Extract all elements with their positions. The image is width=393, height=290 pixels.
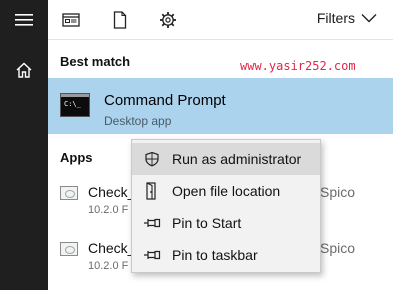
home-button[interactable] (0, 50, 48, 90)
command-prompt-icon: C:\_ (60, 93, 90, 117)
window-icon (62, 13, 80, 27)
filters-label: Filters (316, 10, 355, 26)
gear-icon (160, 12, 176, 28)
document-icon (113, 11, 127, 29)
pin-icon (132, 217, 172, 229)
apps-filter-button[interactable] (56, 6, 86, 34)
command-prompt-icon-text: C:\_ (64, 100, 81, 108)
app-publisher: Spico (320, 184, 356, 200)
app-name: Check_ (88, 184, 136, 200)
apps-header: Apps (60, 150, 93, 165)
menu-item-pin-to-start[interactable]: Pin to Start (132, 207, 320, 239)
menu-item-label: Pin to Start (172, 215, 242, 231)
shield-icon (132, 151, 172, 167)
best-match-header: Best match (60, 54, 131, 69)
settings-filter-button[interactable] (153, 6, 183, 34)
watermark-text: www.yasir252.com (240, 59, 356, 73)
context-menu: Run as administrator Open file location … (131, 139, 321, 273)
left-rail (0, 0, 48, 290)
app-icon (60, 186, 78, 200)
documents-filter-button[interactable] (105, 6, 135, 34)
menu-item-pin-to-taskbar[interactable]: Pin to taskbar (132, 239, 320, 271)
app-version: 10.2.0 F (88, 204, 129, 216)
best-match-item-command-prompt[interactable]: C:\_ Command Prompt Desktop app (48, 78, 393, 134)
home-icon (16, 62, 32, 78)
menu-item-label: Run as administrator (172, 151, 302, 167)
menu-item-run-as-administrator[interactable]: Run as administrator (132, 143, 320, 175)
chevron-down-icon (361, 14, 377, 23)
app-publisher: Spico (320, 240, 356, 256)
app-name: Check_ (88, 240, 136, 256)
menu-item-label: Pin to taskbar (172, 247, 258, 263)
hamburger-menu-button[interactable] (0, 0, 48, 40)
app-icon (60, 242, 78, 256)
menu-item-label: Open file location (172, 183, 281, 199)
hamburger-icon (15, 14, 33, 26)
menu-item-open-file-location[interactable]: Open file location (132, 175, 320, 207)
file-location-icon (132, 182, 172, 200)
search-toolbar: Filters (48, 0, 393, 40)
pin-icon (132, 249, 172, 261)
app-version: 10.2.0 F (88, 260, 129, 272)
best-match-title: Command Prompt (104, 92, 226, 109)
best-match-subtitle: Desktop app (104, 114, 172, 128)
filters-dropdown[interactable]: Filters (317, 10, 377, 26)
